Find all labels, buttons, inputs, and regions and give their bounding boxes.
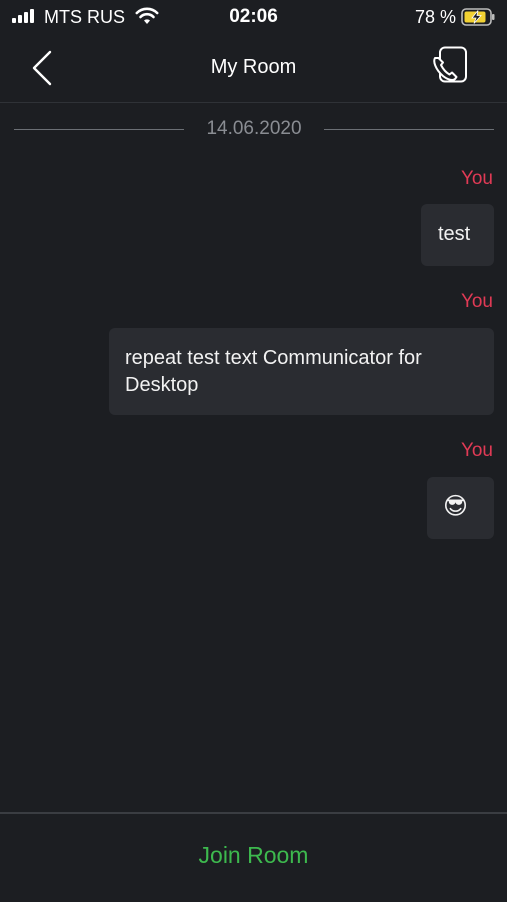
message-text: test — [438, 223, 471, 245]
bottom-bar: Join Room — [0, 812, 507, 902]
battery-percentage: 78 % — [414, 7, 456, 27]
message-sender: You — [460, 168, 493, 189]
message-sender: You — [460, 440, 493, 461]
status-bar: MTS RUS 02:06 78 % — [0, 0, 507, 36]
navigation-bar: My Room — [0, 36, 507, 103]
join-room-button[interactable]: Join Room — [0, 842, 507, 869]
date-separator: 14.06.2020 — [14, 116, 494, 142]
emoji-message: 😎 — [443, 493, 469, 520]
phone-call-icon[interactable] — [431, 46, 469, 84]
message-bubble[interactable]: repeat test text Communicator for Deskto… — [109, 328, 494, 415]
battery-charging-icon — [461, 8, 495, 26]
message-bubble[interactable]: 😎 — [427, 477, 494, 539]
message-text: repeat test text Communicator for Deskto… — [125, 347, 422, 396]
message-sender: You — [460, 291, 493, 312]
message-bubble[interactable]: test — [421, 204, 494, 266]
divider-line — [324, 129, 494, 130]
